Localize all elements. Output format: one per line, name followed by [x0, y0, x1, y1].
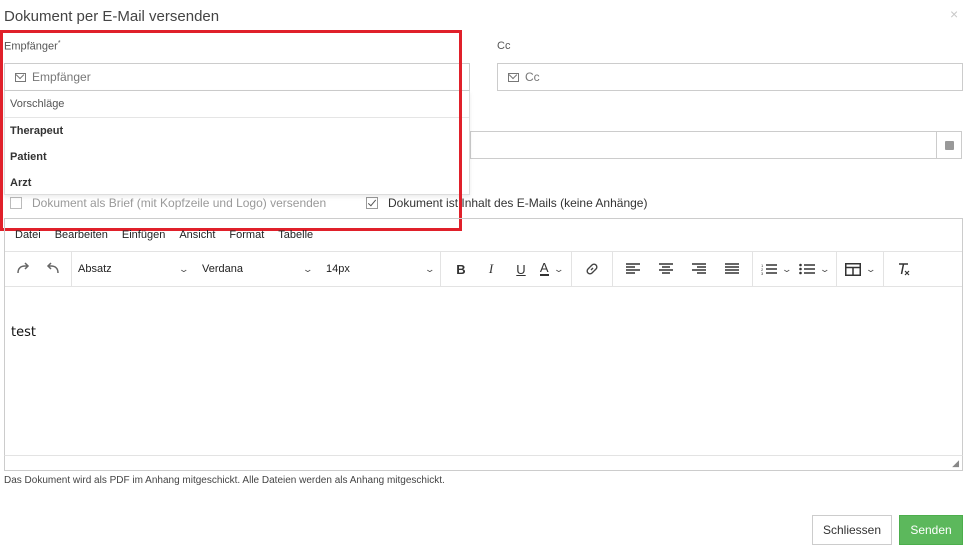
editor-menubar: Datei Bearbeiten Einfügen Ansicht Format… [5, 219, 962, 252]
attachment-info: Das Dokument wird als PDF im Anhang mitg… [4, 475, 445, 486]
align-justify-icon[interactable] [718, 257, 746, 281]
cc-label: Cc [497, 40, 511, 52]
send-button[interactable]: Senden [899, 515, 963, 545]
bullet-list-icon[interactable]: ⌄ [797, 257, 831, 281]
close-icon[interactable]: × [950, 6, 958, 22]
resize-handle-icon[interactable]: ◢ [952, 458, 959, 469]
svg-text:3: 3 [761, 271, 764, 275]
menu-ansicht[interactable]: Ansicht [179, 229, 215, 241]
content-option[interactable]: Dokument ist Inhalt des E-Mails (keine A… [366, 196, 647, 210]
suggestions-dropdown: Vorschläge Therapeut Patient Arzt [4, 91, 470, 195]
table-icon[interactable]: ⌄ [843, 257, 877, 281]
editor-content[interactable]: test [5, 287, 962, 378]
suggestions-header: Vorschläge [5, 91, 469, 118]
mail-icon [508, 72, 519, 82]
align-right-icon[interactable] [685, 257, 713, 281]
suggestion-arzt[interactable]: Arzt [5, 170, 469, 196]
font-size-value: 14px [326, 263, 350, 275]
square-icon [945, 140, 954, 150]
menu-bearbeiten[interactable]: Bearbeiten [55, 229, 108, 241]
close-button[interactable]: Schliessen [812, 515, 892, 545]
bold-icon[interactable]: B [447, 257, 475, 281]
font-family-select[interactable]: Verdana ⌄ [196, 257, 318, 281]
underline-icon[interactable]: U [507, 257, 535, 281]
editor-toolbar: Absatz ⌄ Verdana ⌄ 14px ⌄ B I U A ⌄ 1 2 … [5, 252, 962, 287]
link-icon[interactable] [578, 257, 606, 281]
suggestion-therapeut[interactable]: Therapeut [5, 118, 469, 144]
recipient-placeholder: Empfänger [32, 70, 91, 84]
block-format-value: Absatz [78, 263, 112, 275]
cc-placeholder: Cc [525, 70, 540, 84]
recipient-label: Empfänger* [4, 40, 61, 53]
letter-checkbox[interactable] [10, 197, 22, 209]
content-checkbox[interactable] [366, 197, 378, 209]
recipient-label-text: Empfänger [4, 40, 58, 53]
font-family-value: Verdana [202, 263, 243, 275]
mail-icon [15, 72, 26, 82]
editor-statusbar: ◢ [4, 455, 963, 471]
rich-text-editor: Datei Bearbeiten Einfügen Ansicht Format… [4, 218, 963, 471]
chevron-down-icon: ⌄ [424, 263, 436, 274]
recipient-input[interactable]: Empfänger [4, 63, 470, 91]
letter-option[interactable]: Dokument als Brief (mit Kopfzeile und Lo… [10, 196, 326, 210]
menu-tabelle[interactable]: Tabelle [278, 229, 313, 241]
subject-action-button[interactable] [936, 131, 962, 159]
menu-einfuegen[interactable]: Einfügen [122, 229, 165, 241]
text-color-icon[interactable]: A ⌄ [537, 257, 565, 281]
align-center-icon[interactable] [652, 257, 680, 281]
clear-formatting-icon[interactable] [890, 257, 918, 281]
chevron-down-icon: ⌄ [178, 263, 190, 274]
chevron-down-icon: ⌄ [302, 263, 314, 274]
align-left-icon[interactable] [619, 257, 647, 281]
menu-format[interactable]: Format [229, 229, 264, 241]
subject-input[interactable] [470, 131, 962, 159]
content-option-label: Dokument ist Inhalt des E-Mails (keine A… [388, 196, 648, 210]
editor-body-text: test [11, 325, 36, 340]
block-format-select[interactable]: Absatz ⌄ [72, 257, 194, 281]
dialog-title: Dokument per E-Mail versenden [4, 8, 220, 25]
font-size-select[interactable]: 14px ⌄ [320, 257, 440, 281]
italic-icon[interactable]: I [477, 257, 505, 281]
undo-icon[interactable] [39, 257, 67, 281]
menu-datei[interactable]: Datei [15, 229, 41, 241]
required-mark: * [57, 40, 61, 47]
cc-input[interactable]: Cc [497, 63, 963, 91]
redo-icon[interactable] [9, 257, 37, 281]
letter-option-label: Dokument als Brief (mit Kopfzeile und Lo… [32, 196, 327, 210]
suggestion-patient[interactable]: Patient [5, 144, 469, 170]
numbered-list-icon[interactable]: 123 ⌄ [759, 257, 793, 281]
